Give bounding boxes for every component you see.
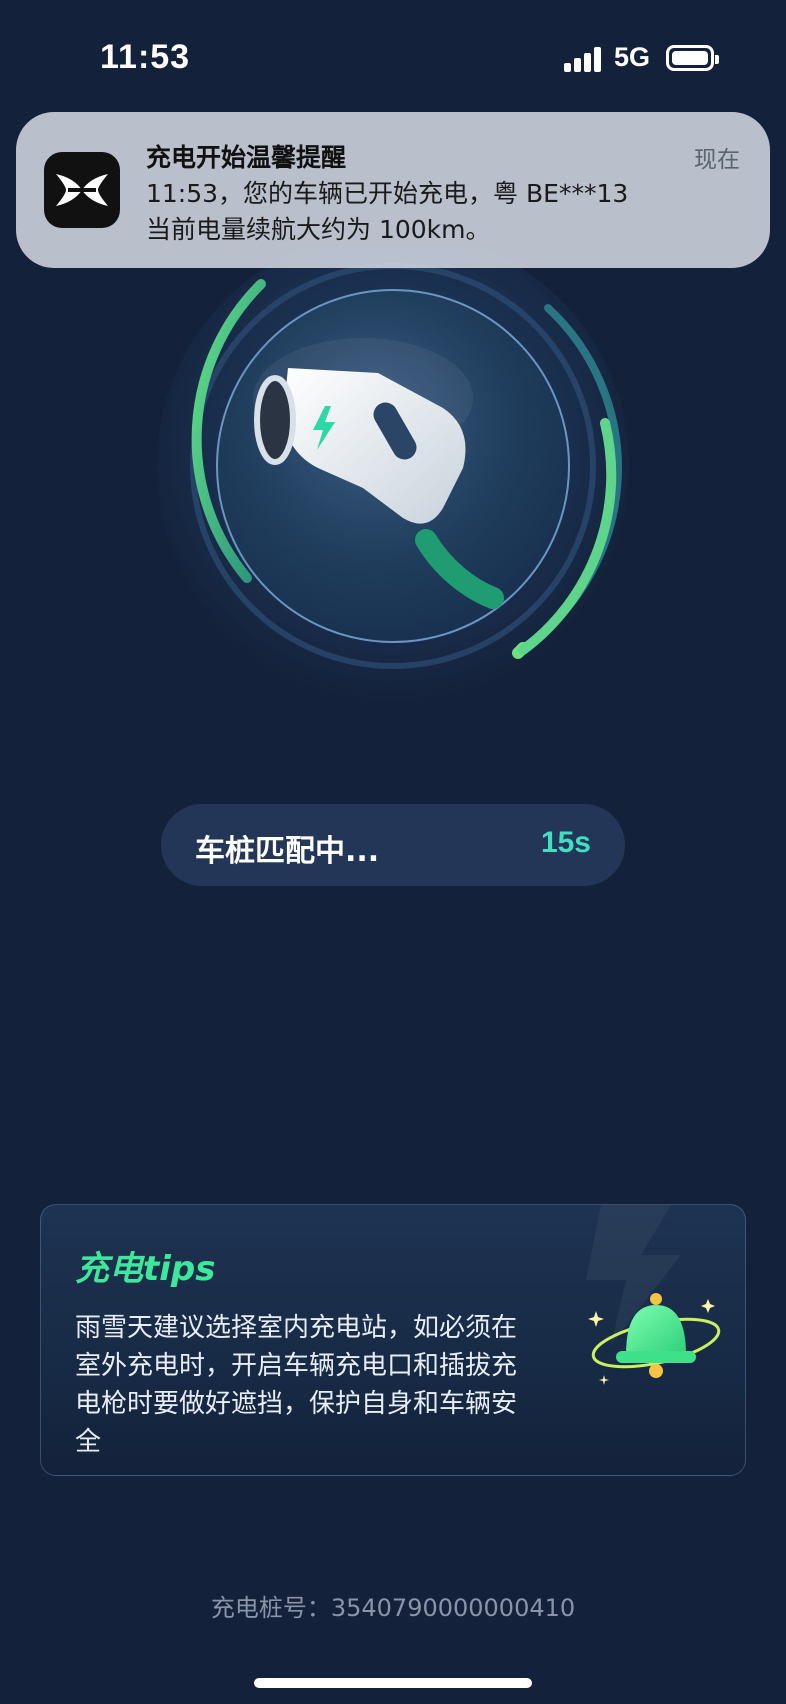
signal-icon xyxy=(564,46,604,72)
network-type: 5G xyxy=(614,42,651,72)
tips-text-line: 雨雪天建议选择室内充电站，如必须在 xyxy=(75,1313,518,1343)
notification-title: 充电开始温馨提醒 xyxy=(146,143,347,172)
match-status-label: 车桩匹配中... xyxy=(195,834,380,869)
tips-text-line: 电枪时要做好遮挡，保护自身和车辆安 xyxy=(75,1389,518,1419)
status-bar: 11:53 5G xyxy=(0,0,786,110)
notification-body-line: 当前电量续航大约为 100km。 xyxy=(146,215,491,244)
charging-progress-ring xyxy=(143,230,643,718)
status-time: 11:53 xyxy=(100,38,191,76)
match-status-pill: 车桩匹配中... 15s xyxy=(161,804,625,886)
app-logo-icon xyxy=(44,152,120,228)
battery-icon xyxy=(666,45,719,71)
home-indicator[interactable] xyxy=(254,1678,532,1688)
tips-title: 充电tips xyxy=(75,1249,216,1289)
bell-icon xyxy=(588,1293,721,1385)
notification-banner[interactable]: 充电开始温馨提醒 现在 11:53，您的车辆已开始充电，粤 BE***13 当前… xyxy=(16,112,770,268)
notification-body-line: 11:53，您的车辆已开始充电，粤 BE***13 xyxy=(146,179,629,208)
notification-time: 现在 xyxy=(694,147,740,173)
charging-tips-card: 充电tips 雨雪天建议选择室内充电站，如必须在 室外充电时，开启车辆充电口和插… xyxy=(40,1204,746,1476)
tips-text-line: 室外充电时，开启车辆充电口和插拔充 xyxy=(75,1351,518,1381)
match-countdown: 15s xyxy=(540,826,591,859)
charging-pile-id: 充电桩号：3540790000000410 xyxy=(210,1594,576,1622)
tips-text-line: 全 xyxy=(75,1427,102,1457)
